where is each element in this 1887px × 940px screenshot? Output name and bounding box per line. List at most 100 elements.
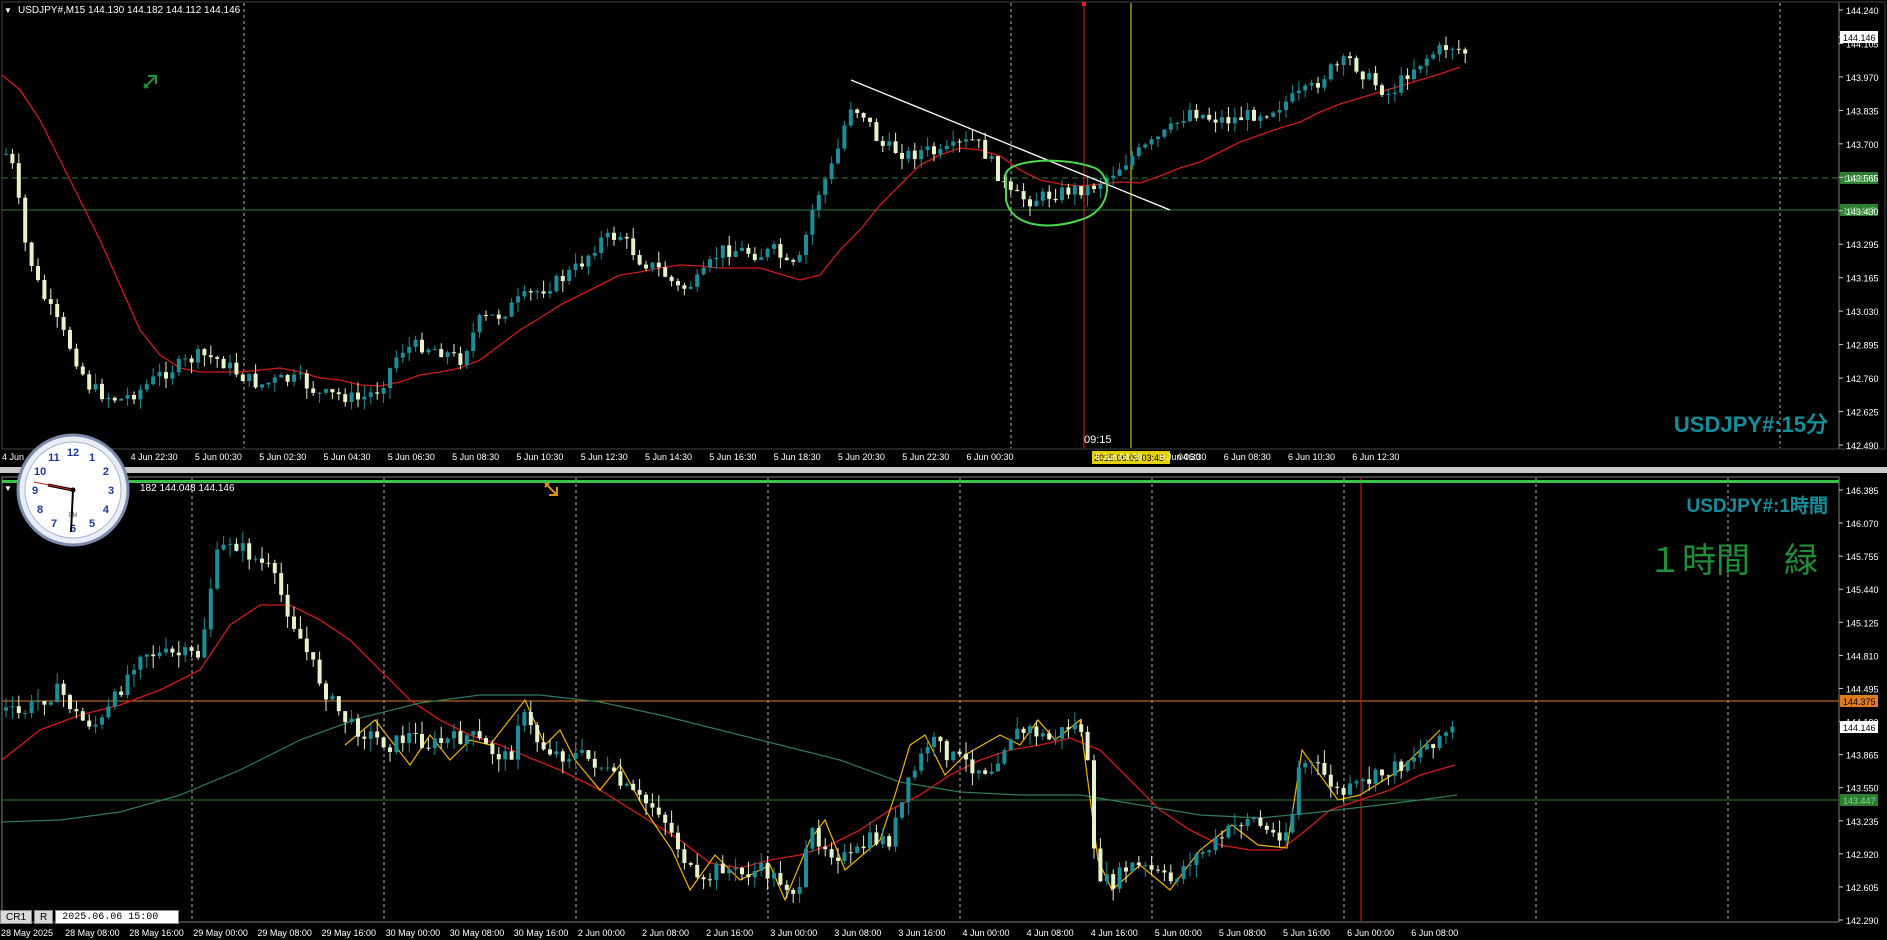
clock-number: 12 (67, 447, 79, 459)
bottom-watermark: USDJPY#:1時間 (1687, 495, 1829, 517)
candle-body (1072, 186, 1077, 195)
y-tick-label: 144.495 (1846, 684, 1879, 694)
candle-body (29, 701, 34, 714)
clock-widget[interactable]: 12 1234567891011 PM (16, 433, 130, 547)
candle-body (893, 141, 898, 154)
x-tick-label: 5 Jun 10:30 (516, 452, 563, 462)
clock-number: 4 (103, 504, 110, 516)
cr1-button[interactable]: CR1 (0, 910, 33, 924)
y-tick-label: 145.125 (1846, 618, 1879, 628)
candle-body (228, 543, 232, 545)
candle-body (381, 737, 386, 748)
candle-body (253, 558, 258, 560)
candle-body (1220, 117, 1224, 123)
chevron-down-icon[interactable]: ▼ (4, 6, 12, 15)
candle-body (183, 358, 188, 360)
candle-body (215, 357, 220, 359)
x-tick-label: 5 Jun 14:30 (645, 452, 692, 462)
candle-body (567, 759, 572, 762)
candle-body (1149, 865, 1154, 870)
candle-body (330, 696, 335, 700)
chart-canvas[interactable]: 144.146143.579143.44709:152025.06.06 03:… (0, 0, 1887, 940)
x-tick-label: 5 Jun 22:30 (902, 452, 949, 462)
candle-body (496, 754, 501, 760)
candle-body (285, 594, 290, 617)
y-tick-label: 142.290 (1846, 916, 1879, 926)
candle-body (676, 832, 680, 850)
candle-body (676, 281, 680, 286)
panel-splitter[interactable] (0, 467, 1887, 473)
candle-body (906, 150, 911, 159)
candle-body (906, 777, 911, 803)
candle-body (1136, 862, 1141, 866)
candle-body (804, 848, 808, 887)
x-tick-label: 3 Jun 08:00 (834, 928, 881, 938)
candle-body (1450, 726, 1455, 733)
candle-body (887, 141, 892, 146)
clock-number: 8 (37, 504, 43, 516)
candle-body (36, 265, 40, 281)
y-tick-label: 146.385 (1846, 486, 1879, 496)
candle-body (989, 771, 994, 774)
candle-body (240, 543, 245, 551)
trade-arrow-icon[interactable] (143, 75, 157, 89)
candle-body (516, 725, 520, 760)
candle-body (1271, 829, 1276, 833)
candle-body (752, 253, 757, 260)
candle-body (746, 874, 751, 878)
bottom-chart-lines (1, 478, 1839, 921)
candle-body (1373, 769, 1378, 784)
candle-body (765, 248, 770, 258)
candle-body (55, 683, 60, 703)
bottom-note: １時間 緑 (1648, 542, 1818, 580)
candle-body (202, 349, 207, 356)
r-button[interactable]: R (34, 910, 54, 924)
candle-body (16, 706, 21, 714)
candle-body (1168, 872, 1173, 882)
candle-body (176, 652, 181, 656)
candle-body (848, 109, 853, 126)
candle-body (880, 836, 885, 845)
candle-body (10, 706, 15, 708)
candle-body (772, 872, 776, 879)
clock-number: 3 (108, 485, 114, 497)
chevron-down-icon[interactable]: ▼ (4, 484, 12, 493)
candle-body (1028, 199, 1032, 207)
candle-body (375, 731, 380, 738)
candle-body (1143, 865, 1148, 867)
candle-body (119, 691, 124, 695)
candle-body (317, 392, 322, 394)
candle-body (714, 257, 719, 260)
x-tick-label: 29 May 16:00 (322, 928, 377, 938)
candle-body (682, 849, 687, 864)
x-tick-label: 5 Jun 00:00 (1155, 928, 1202, 938)
candle-body (362, 736, 367, 739)
candle-body (1277, 832, 1282, 841)
candle-body (452, 352, 456, 354)
y-tick-label: 144.240 (1846, 6, 1879, 16)
candle-body (727, 245, 732, 257)
candle-body (1213, 837, 1218, 851)
candle-body (253, 373, 258, 388)
candle-body (1008, 181, 1013, 190)
x-tick-label: 28 May 2025 (1, 928, 53, 938)
candle-body (1143, 144, 1148, 148)
y-tick-label: 144.180 (1846, 718, 1879, 728)
candle-body (1149, 139, 1154, 145)
top-chart-lines (1, 2, 1839, 448)
candle-body (996, 763, 1000, 772)
candle-body (298, 628, 303, 639)
line-price-tag: 144.375 (1843, 697, 1876, 707)
x-tick-label: 30 May 16:00 (514, 928, 569, 938)
candle-body (797, 254, 802, 262)
trade-arrow-icon[interactable] (544, 482, 558, 496)
candle-body (1156, 136, 1160, 140)
candle-body (125, 394, 130, 399)
candle-body (541, 291, 546, 294)
candle-body (87, 374, 92, 390)
candle-body (1290, 93, 1295, 102)
candle-body (23, 713, 28, 715)
top-chart-candles (4, 36, 1468, 410)
candle-body (1399, 75, 1404, 93)
candle-body (944, 741, 949, 761)
